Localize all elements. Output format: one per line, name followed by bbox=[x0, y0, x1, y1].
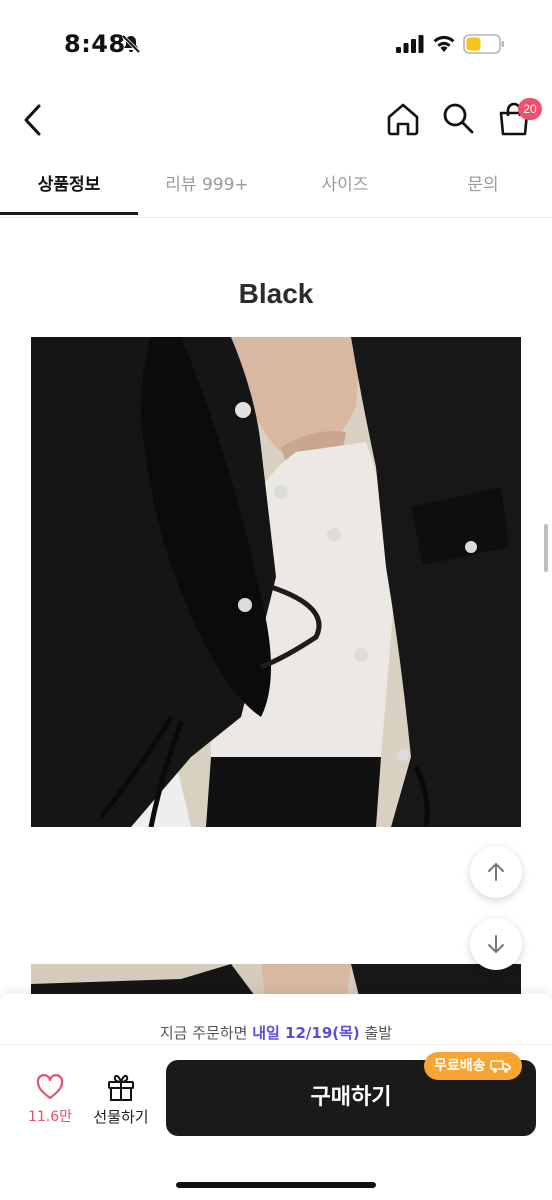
free-shipping-label: 무료배송 bbox=[434, 1058, 486, 1074]
search-icon[interactable] bbox=[440, 100, 476, 136]
scroll-up-button[interactable] bbox=[470, 846, 522, 898]
home-icon[interactable] bbox=[384, 100, 422, 138]
arrow-down-icon bbox=[488, 935, 504, 953]
color-section-title: Black bbox=[238, 278, 314, 309]
gift-icon bbox=[108, 1074, 134, 1101]
gift-button[interactable]: 선물하기 bbox=[88, 1070, 154, 1132]
cellular-signal-icon bbox=[396, 35, 424, 53]
tab-product-info[interactable]: 상품정보 bbox=[0, 162, 138, 217]
home-indicator bbox=[176, 1182, 376, 1188]
gift-label: 선물하기 bbox=[93, 1108, 149, 1126]
like-button[interactable]: 11.6만 bbox=[22, 1072, 78, 1132]
bell-muted-icon bbox=[121, 34, 141, 54]
free-shipping-badge: 무료배송 bbox=[424, 1052, 522, 1080]
truck-icon bbox=[489, 1060, 511, 1073]
product-photo-illustration bbox=[31, 337, 521, 827]
heart-icon bbox=[36, 1074, 64, 1100]
tab-reviews[interactable]: 리뷰 999+ bbox=[138, 162, 276, 217]
delivery-prefix: 지금 주문하면 bbox=[159, 1024, 253, 1042]
status-time: 8:48 bbox=[64, 30, 126, 58]
tab-size[interactable]: 사이즈 bbox=[276, 162, 414, 217]
back-arrow-icon[interactable] bbox=[18, 100, 48, 140]
like-count: 11.6만 bbox=[27, 1109, 73, 1125]
product-photo bbox=[31, 337, 521, 827]
wifi-icon bbox=[433, 35, 455, 52]
cart-count-badge: 20 bbox=[518, 98, 542, 120]
delivery-estimate: 지금 주문하면 내일 12/19(목) 출발 bbox=[0, 1022, 552, 1043]
scrollbar[interactable] bbox=[544, 524, 548, 572]
divider bbox=[0, 1044, 552, 1045]
top-navigation: 20 bbox=[0, 88, 552, 154]
scroll-down-button[interactable] bbox=[470, 918, 522, 970]
product-tabs: 상품정보 리뷰 999+ 사이즈 문의 bbox=[0, 162, 552, 218]
arrow-up-icon bbox=[488, 863, 504, 881]
status-bar: 8:48 bbox=[0, 0, 552, 88]
delivery-suffix: 출발 bbox=[359, 1024, 393, 1042]
active-tab-indicator bbox=[0, 212, 138, 215]
delivery-date: 내일 12/19(목) bbox=[252, 1024, 360, 1042]
tab-inquiry[interactable]: 문의 bbox=[414, 162, 552, 217]
battery-icon bbox=[463, 34, 504, 54]
